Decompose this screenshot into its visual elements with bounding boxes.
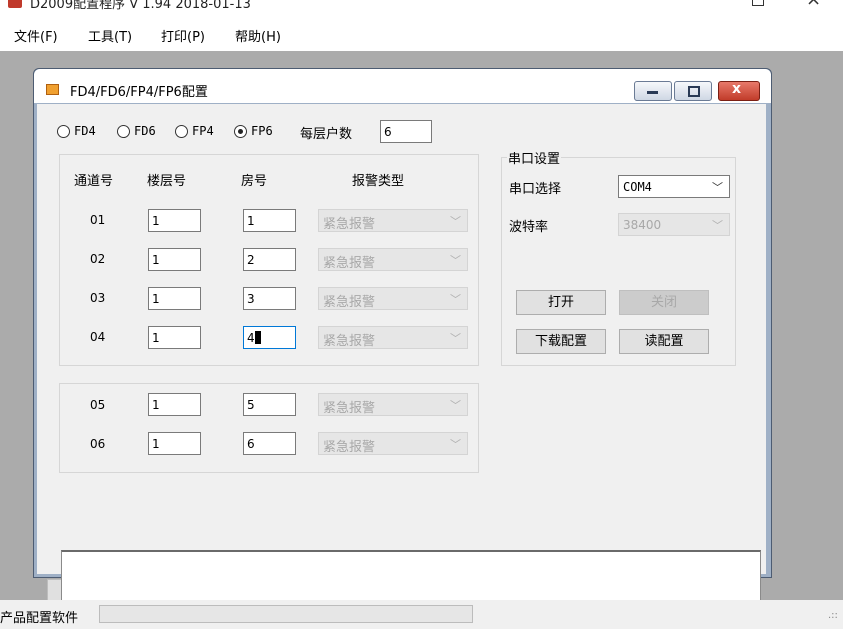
alarm-type-select-06[interactable]: 紧急报警 ﹀ bbox=[318, 432, 468, 455]
channel-01: 01 bbox=[90, 213, 106, 227]
chevron-down-icon: ﹀ bbox=[450, 215, 461, 228]
menu-tools[interactable]: 工具(T) bbox=[88, 26, 132, 45]
room-input-04-value: 4 bbox=[247, 331, 255, 345]
radio-circle-icon bbox=[175, 125, 188, 138]
floor-input-04[interactable]: 1 bbox=[148, 326, 201, 349]
status-bar: 产品配置软件 .:: bbox=[0, 600, 843, 629]
serial-group-title: 串口设置 bbox=[507, 148, 562, 167]
dialog-titlebar: FD4/FD6/FP4/FP6配置 x bbox=[34, 69, 771, 103]
close-icon: x bbox=[732, 81, 742, 97]
app-title: D2009配置程序 V 1.94 2018-01-13 bbox=[30, 0, 251, 12]
alarm-type-select-02[interactable]: 紧急报警 ﹀ bbox=[318, 248, 468, 271]
read-config-button[interactable]: 读配置 bbox=[619, 329, 709, 354]
floor-input-02[interactable]: 1 bbox=[148, 248, 201, 271]
status-progress-bar bbox=[99, 605, 473, 623]
channel-05: 05 bbox=[90, 398, 106, 412]
header-floor: 楼层号 bbox=[147, 174, 187, 189]
dialog-minimize-button[interactable] bbox=[634, 81, 672, 101]
households-label: 每层户数 bbox=[300, 127, 353, 142]
floor-input-03[interactable]: 1 bbox=[148, 287, 201, 310]
alarm-type-select-04[interactable]: 紧急报警 ﹀ bbox=[318, 326, 468, 349]
chevron-down-icon: ﹀ bbox=[450, 254, 461, 267]
chevron-down-icon: ﹀ bbox=[450, 438, 461, 451]
menu-help[interactable]: 帮助(H) bbox=[235, 26, 281, 45]
channel-06: 06 bbox=[90, 437, 106, 451]
close-button[interactable]: × bbox=[806, 0, 821, 9]
app-icon bbox=[8, 0, 22, 8]
alarm-type-select-05[interactable]: 紧急报警 ﹀ bbox=[318, 393, 468, 416]
floor-input-05[interactable]: 1 bbox=[148, 393, 201, 416]
port-select[interactable]: COM4 ﹀ bbox=[618, 175, 730, 198]
room-input-06[interactable]: 6 bbox=[243, 432, 296, 455]
channel-04: 04 bbox=[90, 330, 106, 344]
dialog-icon bbox=[46, 84, 59, 95]
app-titlebar: D2009配置程序 V 1.94 2018-01-13 × bbox=[0, 0, 843, 18]
room-input-01[interactable]: 1 bbox=[243, 209, 296, 232]
chevron-down-icon: ﹀ bbox=[712, 181, 723, 194]
close-port-button[interactable]: 关闭 bbox=[619, 290, 709, 315]
room-input-05[interactable]: 5 bbox=[243, 393, 296, 416]
header-channel: 通道号 bbox=[74, 174, 114, 189]
dialog-close-button[interactable]: x bbox=[718, 81, 760, 101]
room-input-04[interactable]: 4 bbox=[243, 326, 296, 349]
header-room: 房号 bbox=[241, 174, 268, 189]
maximize-button[interactable] bbox=[752, 0, 764, 6]
header-alarm-type: 报警类型 bbox=[352, 174, 405, 189]
open-port-button[interactable]: 打开 bbox=[516, 290, 606, 315]
config-dialog: FD4/FD6/FP4/FP6配置 x FD4 FD6 FP4 FP6 每层户数… bbox=[33, 68, 772, 610]
status-text: 产品配置软件 bbox=[0, 611, 79, 626]
chevron-down-icon: ﹀ bbox=[712, 219, 723, 232]
dialog-title: FD4/FD6/FP4/FP6配置 bbox=[70, 85, 208, 100]
alarm-type-select-01[interactable]: 紧急报警 ﹀ bbox=[318, 209, 468, 232]
port-label: 串口选择 bbox=[509, 182, 562, 197]
chevron-down-icon: ﹀ bbox=[450, 293, 461, 306]
size-grip-icon[interactable]: .:: bbox=[828, 610, 838, 621]
baud-select[interactable]: 38400 ﹀ bbox=[618, 213, 730, 236]
chevron-down-icon: ﹀ bbox=[450, 399, 461, 412]
chevron-down-icon: ﹀ bbox=[450, 332, 461, 345]
dialog-client: FD4 FD6 FP4 FP6 每层户数 6 通道号 楼层号 房号 报警类型 0… bbox=[37, 104, 766, 610]
households-input[interactable]: 6 bbox=[380, 120, 432, 143]
radio-circle-icon bbox=[117, 125, 130, 138]
room-input-02[interactable]: 2 bbox=[243, 248, 296, 271]
dialog-restore-button[interactable] bbox=[674, 81, 712, 101]
room-input-03[interactable]: 3 bbox=[243, 287, 296, 310]
menu-print[interactable]: 打印(P) bbox=[161, 26, 205, 45]
menu-bar: 文件(F) 工具(T) 打印(P) 帮助(H) bbox=[0, 18, 843, 50]
channel-03: 03 bbox=[90, 291, 106, 305]
radio-selected-icon bbox=[234, 125, 247, 138]
download-config-button[interactable]: 下载配置 bbox=[516, 329, 606, 354]
baud-label: 波特率 bbox=[509, 220, 549, 235]
floor-input-06[interactable]: 1 bbox=[148, 432, 201, 455]
channel-02: 02 bbox=[90, 252, 106, 266]
floor-input-01[interactable]: 1 bbox=[148, 209, 201, 232]
menu-file[interactable]: 文件(F) bbox=[14, 26, 58, 45]
alarm-type-select-03[interactable]: 紧急报警 ﹀ bbox=[318, 287, 468, 310]
radio-circle-icon bbox=[57, 125, 70, 138]
text-caret bbox=[254, 331, 261, 344]
